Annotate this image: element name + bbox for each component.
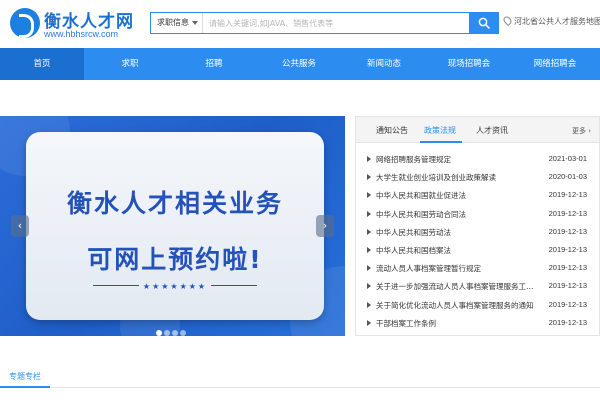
chevron-right-icon: › (322, 219, 328, 232)
site-header: 衡水人才网 www.hbhsrcw.com 求职信息 河北省公共人才服务地图 (0, 0, 600, 48)
nav-item-home[interactable]: 首页 (0, 48, 84, 80)
carousel-dot[interactable] (164, 330, 170, 336)
logo-mark-icon (10, 8, 40, 38)
news-item-title[interactable]: 关于简化优化流动人员人事档案管理服务的通知 (376, 300, 538, 311)
carousel-next-button[interactable]: › (316, 215, 334, 237)
location-link[interactable]: 河北省公共人才服务地图 (501, 14, 600, 27)
banner-slide-card: 衡水人才相关业务 可网上预约啦! ★★★★★★★ (26, 132, 324, 320)
section-divider (0, 387, 600, 388)
news-item-date: 2019-12-13 (548, 244, 587, 254)
news-item-date: 2019-12-13 (548, 226, 587, 236)
search-category-select[interactable]: 求职信息 (151, 13, 203, 33)
location-pin-icon (501, 14, 514, 27)
chevron-left-icon: ‹ (17, 219, 23, 232)
news-item-date: 2019-12-13 (548, 208, 587, 218)
bullet-arrow-icon (367, 210, 371, 217)
nav-item-job-seek[interactable]: 求职 (88, 48, 172, 80)
carousel-dot[interactable] (156, 330, 162, 336)
banner-subheadline: 可网上预约啦! (87, 245, 263, 274)
news-list: 网络招聘服务管理规定 2021-03-01 大学生就业创业培训及创业政策解读 2… (356, 151, 599, 333)
carousel-dot[interactable] (172, 330, 178, 336)
main-nav: 首页 求职 招聘 公共服务 新闻动态 现场招聘会 网络招聘会 (0, 48, 600, 80)
banner-stars: ★★★★★★★ (26, 282, 324, 291)
news-item-title[interactable]: 网络招聘服务管理规定 (376, 154, 538, 165)
news-item-title[interactable]: 中华人民共和国就业促进法 (376, 190, 538, 201)
news-item-date: 2019-12-13 (548, 281, 587, 291)
tab-policies[interactable]: 政策法规 (424, 125, 456, 136)
more-link[interactable]: 更多 › (572, 126, 591, 136)
tab-talent-news[interactable]: 人才资讯 (476, 125, 508, 136)
bullet-arrow-icon (367, 228, 371, 235)
news-item[interactable]: 干部档案工作条例 2019-12-13 (356, 315, 599, 333)
news-item[interactable]: 中华人民共和国劳动法 2019-12-13 (356, 224, 599, 242)
news-item-date: 2020-01-03 (548, 172, 587, 182)
nav-item-online-fair[interactable]: 网络招聘会 (512, 48, 598, 80)
news-item[interactable]: 关于进一步加强流动人员人事档案管理服务工作... 2019-12-13 (356, 278, 599, 296)
search-bar: 求职信息 (150, 12, 499, 34)
news-item-title[interactable]: 中华人民共和国劳动合同法 (376, 209, 538, 220)
bullet-arrow-icon (367, 283, 371, 290)
bullet-arrow-icon (367, 246, 371, 253)
news-item-title[interactable]: 大学生就业创业培训及创业政策解读 (376, 172, 538, 183)
active-section-indicator (0, 386, 50, 388)
tab-notices[interactable]: 通知公告 (376, 125, 408, 136)
carousel-prev-button[interactable]: ‹ (11, 215, 29, 237)
logo-url: www.hbhsrcw.com (44, 29, 119, 39)
news-item[interactable]: 中华人民共和国就业促进法 2019-12-13 (356, 187, 599, 205)
nav-item-job-fair[interactable]: 现场招聘会 (426, 48, 512, 80)
news-item-date: 2021-03-01 (548, 154, 587, 163)
banner-headline: 衡水人才相关业务 (66, 189, 283, 218)
news-item[interactable]: 中华人民共和国档案法 2019-12-13 (356, 242, 599, 260)
news-panel: 通知公告 政策法规 人才资讯 更多 › 网络招聘服务管理规定 2021-03-0… (355, 116, 600, 336)
news-item[interactable]: 流动人员人事档案管理暂行规定 2019-12-13 (356, 260, 599, 278)
search-category-label: 求职信息 (157, 18, 189, 27)
carousel-dot[interactable] (180, 330, 186, 336)
carousel-dots (156, 321, 188, 336)
news-item[interactable]: 网络招聘服务管理规定 2021-03-01 (356, 151, 599, 169)
news-tabs: 通知公告 政策法规 人才资讯 更多 › (356, 117, 599, 143)
chevron-down-icon (192, 21, 198, 25)
site-logo[interactable]: 衡水人才网 www.hbhsrcw.com (10, 6, 140, 42)
news-item-title[interactable]: 干部档案工作条例 (376, 318, 538, 329)
nav-item-news[interactable]: 新闻动态 (342, 48, 426, 80)
bullet-arrow-icon (367, 156, 371, 162)
search-icon (478, 17, 490, 29)
news-item-title[interactable]: 中华人民共和国档案法 (376, 245, 538, 256)
news-item-date: 2019-12-13 (548, 299, 587, 309)
news-item-title[interactable]: 流动人员人事档案管理暂行规定 (376, 263, 538, 274)
news-item[interactable]: 大学生就业创业培训及创业政策解读 2020-01-03 (356, 169, 599, 187)
nav-item-public-service[interactable]: 公共服务 (256, 48, 342, 80)
news-item-title[interactable]: 中华人民共和国劳动法 (376, 227, 538, 238)
banner-carousel[interactable]: 衡水人才相关业务 可网上预约啦! ★★★★★★★ ‹ › (0, 116, 345, 336)
bullet-arrow-icon (367, 301, 371, 308)
bullet-arrow-icon (367, 192, 371, 199)
bullet-arrow-icon (367, 174, 371, 181)
search-button[interactable] (469, 12, 499, 34)
bullet-arrow-icon (367, 319, 371, 326)
news-item[interactable]: 关于简化优化流动人员人事档案管理服务的通知 2019-12-13 (356, 297, 599, 315)
active-tab-indicator (420, 141, 462, 143)
news-item-date: 2019-12-13 (548, 190, 587, 200)
news-item-date: 2019-12-13 (548, 263, 587, 273)
search-input[interactable] (205, 13, 465, 33)
location-label: 河北省公共人才服务地图 (514, 17, 600, 26)
news-item-title[interactable]: 关于进一步加强流动人员人事档案管理服务工作... (376, 281, 538, 292)
news-item[interactable]: 中华人民共和国劳动合同法 2019-12-13 (356, 206, 599, 224)
bullet-arrow-icon (367, 265, 371, 272)
nav-item-recruit[interactable]: 招聘 (172, 48, 256, 80)
news-item-date: 2019-12-13 (548, 317, 587, 327)
